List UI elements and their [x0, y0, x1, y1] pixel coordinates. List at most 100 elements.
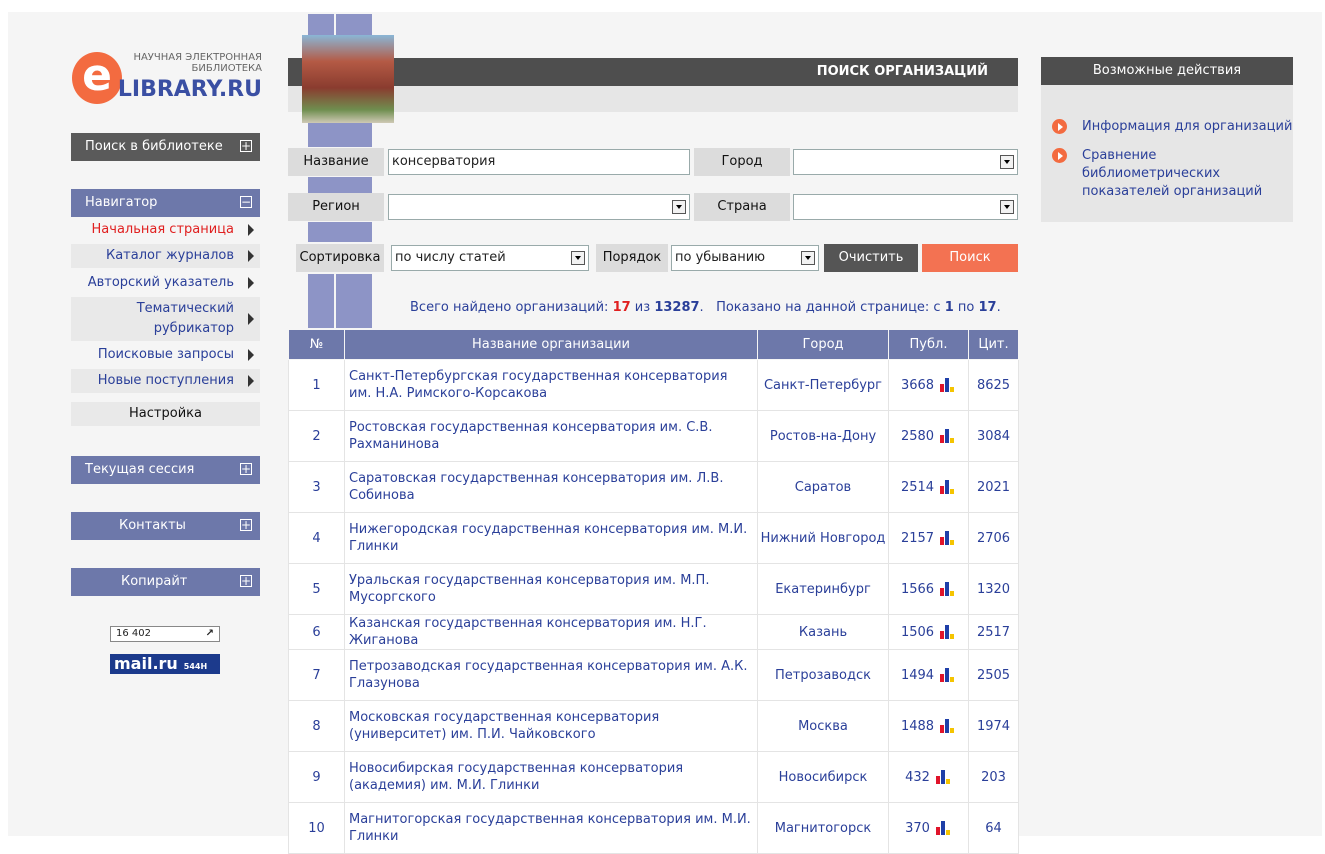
table-row[interactable]: 2 Ростовская государственная консерватори…	[288, 410, 1019, 462]
org-citations[interactable]: 2505	[968, 649, 1019, 701]
row-number: 5	[288, 563, 345, 615]
region-select[interactable]	[388, 194, 690, 220]
clear-button[interactable]: Очистить	[824, 244, 918, 272]
org-citations[interactable]: 8625	[968, 359, 1019, 411]
expand-icon[interactable]: +	[240, 519, 252, 531]
org-citations[interactable]: 203	[968, 751, 1019, 803]
sidebar-item-rubricator[interactable]: Тематический рубрикатор	[71, 297, 260, 341]
chevron-down-icon[interactable]	[1000, 200, 1014, 214]
bar-chart-icon[interactable]	[940, 668, 956, 682]
collapse-icon[interactable]: −	[240, 196, 252, 208]
col-publications[interactable]: Публ.	[888, 329, 969, 360]
chevron-down-icon[interactable]	[1000, 155, 1014, 169]
org-name-link[interactable]: Саратовская государственная консерватори…	[344, 461, 758, 513]
org-citations[interactable]: 2517	[968, 614, 1019, 650]
logo-line1: НАУЧНАЯ ЭЛЕКТРОННАЯ	[133, 52, 262, 63]
name-label: Название	[288, 148, 384, 176]
bar-chart-icon[interactable]	[940, 378, 956, 392]
org-citations[interactable]: 2706	[968, 512, 1019, 564]
org-name-link[interactable]: Магнитогорская государственная консерват…	[344, 802, 758, 854]
sidebar-contacts[interactable]: Контакты +	[71, 512, 260, 540]
table-row[interactable]: 1 Санкт-Петербургская государственная кон…	[288, 359, 1019, 411]
org-publications[interactable]: 1566	[888, 563, 969, 615]
order-select[interactable]: по убыванию	[671, 245, 819, 271]
chevron-down-icon[interactable]	[571, 251, 585, 265]
org-citations[interactable]: 3084	[968, 410, 1019, 462]
table-row[interactable]: 5 Уральская государственная консерватория…	[288, 563, 1019, 615]
sidebar-item-queries[interactable]: Поисковые запросы	[71, 343, 260, 367]
logo-line2: БИБЛИОТЕКА	[191, 63, 262, 74]
mailru-count: 544H	[183, 662, 208, 671]
sidebar-current-session-label: Текущая сессия	[85, 462, 195, 477]
sidebar-item-authors[interactable]: Авторский указатель	[71, 271, 260, 295]
org-publications[interactable]: 432	[888, 751, 969, 803]
org-publications[interactable]: 2580	[888, 410, 969, 462]
org-publications[interactable]: 1494	[888, 649, 969, 701]
sidebar-item-journals[interactable]: Каталог журналов	[71, 244, 260, 268]
action-org-info[interactable]: Информация для организаций	[1052, 118, 1297, 138]
table-row[interactable]: 10 Магнитогорская государственная консерв…	[288, 802, 1019, 854]
sidebar-current-session[interactable]: Текущая сессия +	[71, 456, 260, 484]
bar-chart-icon[interactable]	[940, 429, 956, 443]
sidebar-search-library[interactable]: Поиск в библиотеке +	[71, 133, 260, 161]
country-select[interactable]	[793, 194, 1018, 220]
sidebar-copyright[interactable]: Копирайт +	[71, 568, 260, 596]
expand-icon[interactable]: +	[240, 140, 252, 152]
search-button[interactable]: Поиск	[922, 244, 1018, 272]
table-row[interactable]: 6 Казанская государственная консерватория…	[288, 614, 1019, 650]
org-publications[interactable]: 2157	[888, 512, 969, 564]
org-citations[interactable]: 64	[968, 802, 1019, 854]
table-row[interactable]: 7 Петрозаводская государственная консерва…	[288, 649, 1019, 701]
bar-chart-icon[interactable]	[940, 480, 956, 494]
sidebar-settings[interactable]: Настройка	[71, 402, 260, 426]
sidebar-item-new[interactable]: Новые поступления	[71, 369, 260, 393]
table-row[interactable]: 3 Саратовская государственная консерватор…	[288, 461, 1019, 513]
table-row[interactable]: 9 Новосибирская государственная консерват…	[288, 751, 1019, 803]
org-name-link[interactable]: Петрозаводская государственная консерват…	[344, 649, 758, 701]
org-name-link[interactable]: Санкт-Петербургская государственная конс…	[344, 359, 758, 411]
chevron-down-icon[interactable]	[672, 200, 686, 214]
city-select[interactable]	[793, 149, 1018, 175]
org-publications[interactable]: 1506	[888, 614, 969, 650]
col-name[interactable]: Название организации	[344, 329, 758, 360]
name-input[interactable]: консерватория	[388, 149, 690, 175]
expand-icon[interactable]: +	[240, 575, 252, 587]
org-citations[interactable]: 1320	[968, 563, 1019, 615]
bar-chart-icon[interactable]	[940, 531, 956, 545]
table-row[interactable]: 4 Нижегородская государственная консерват…	[288, 512, 1019, 564]
org-publications[interactable]: 2514	[888, 461, 969, 513]
sidebar-item-home[interactable]: Начальная страница	[71, 219, 260, 241]
sort-select[interactable]: по числу статей	[391, 245, 589, 271]
elibrary-logo[interactable]: e НАУЧНАЯ ЭЛЕКТРОННАЯ БИБЛИОТЕКА LIBRARY…	[72, 52, 262, 107]
org-name-link[interactable]: Ростовская государственная консерватория…	[344, 410, 758, 462]
org-name-link[interactable]: Московская государственная консерватория…	[344, 700, 758, 752]
col-city[interactable]: Город	[757, 329, 889, 360]
chevron-down-icon[interactable]	[801, 251, 815, 265]
org-citations[interactable]: 1974	[968, 700, 1019, 752]
org-publications[interactable]: 3668	[888, 359, 969, 411]
org-name-link[interactable]: Новосибирская государственная консервато…	[344, 751, 758, 803]
visit-counter[interactable]: 16 402 ↗	[110, 626, 220, 642]
col-number[interactable]: №	[288, 329, 345, 360]
sidebar-navigator[interactable]: Навигатор −	[71, 189, 260, 217]
col-citations[interactable]: Цит.	[968, 329, 1019, 360]
bar-chart-icon[interactable]	[935, 770, 952, 784]
table-row[interactable]: 8 Московская государственная консерватори…	[288, 700, 1019, 752]
bar-chart-icon[interactable]	[935, 821, 952, 835]
org-name-link[interactable]: Уральская государственная консерватория …	[344, 563, 758, 615]
org-name-link[interactable]: Нижегородская государственная консервато…	[344, 512, 758, 564]
mailru-counter[interactable]: mail.ru 544H	[110, 654, 220, 674]
row-number: 2	[288, 410, 345, 462]
bar-chart-icon[interactable]	[940, 625, 956, 639]
org-citations[interactable]: 2021	[968, 461, 1019, 513]
expand-icon[interactable]: +	[240, 463, 252, 475]
org-publications[interactable]: 370	[888, 802, 969, 854]
org-name-link[interactable]: Казанская государственная консерватория …	[344, 614, 758, 650]
org-publications[interactable]: 1488	[888, 700, 969, 752]
page-title: ПОИСК ОРГАНИЗАЦИЙ	[288, 58, 1018, 86]
bar-chart-icon[interactable]	[940, 719, 956, 733]
bar-chart-icon[interactable]	[940, 582, 956, 596]
action-compare-indicators[interactable]: Сравнение библиометрических показателей …	[1052, 147, 1297, 199]
org-city: Москва	[757, 700, 889, 752]
publications-value: 1488	[900, 718, 935, 734]
